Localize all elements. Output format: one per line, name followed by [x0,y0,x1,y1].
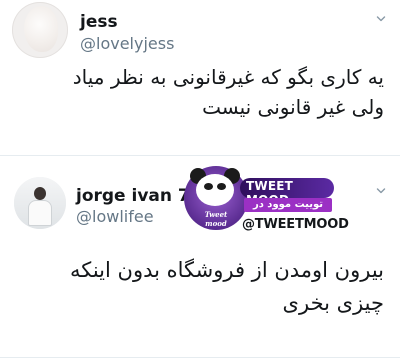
tweet-card[interactable]: jess @lovelyjess یه کاری بگو که غیرقانون… [0,0,400,156]
panda-face [196,174,234,206]
user-handle[interactable]: @lovelyjess [80,34,174,53]
panda-logo-icon: Tweet mood [184,166,248,230]
tweet-text-line: بیرون اومدن از فروشگاه بدون اینکه [69,258,384,282]
chevron-down-icon[interactable] [376,14,386,24]
avatar-figure-head [34,187,46,200]
tweet-text-line: چیزی بخری [282,291,384,315]
watermark-handle: @TWEETMOOD [242,217,349,232]
chevron-down-icon[interactable] [376,186,386,196]
avatar-image [24,6,58,52]
logo-text: Tweet mood [204,210,228,228]
panda-eye [204,183,213,190]
tweet-text: یه کاری بگو که غیرقانونی به نظر میاد ولی… [73,62,384,122]
avatar[interactable] [12,2,68,58]
user-handle[interactable]: @lowlifee [76,207,154,226]
tweetmood-watermark: Tweet mood TWEET MOOD توییت موود در ایتا… [184,160,349,242]
avatar[interactable] [14,177,66,229]
tweet-text-line: ولی غیر قانونی نیست [202,95,384,119]
display-name[interactable]: jess [80,12,118,32]
tweet-text: بیرون اومدن از فروشگاه بدون اینکه چیزی ب… [70,254,384,320]
panda-eye [217,183,226,190]
tweet-text-line: یه کاری بگو که غیرقانونی به نظر میاد [72,65,384,89]
avatar-figure-body [28,200,52,226]
